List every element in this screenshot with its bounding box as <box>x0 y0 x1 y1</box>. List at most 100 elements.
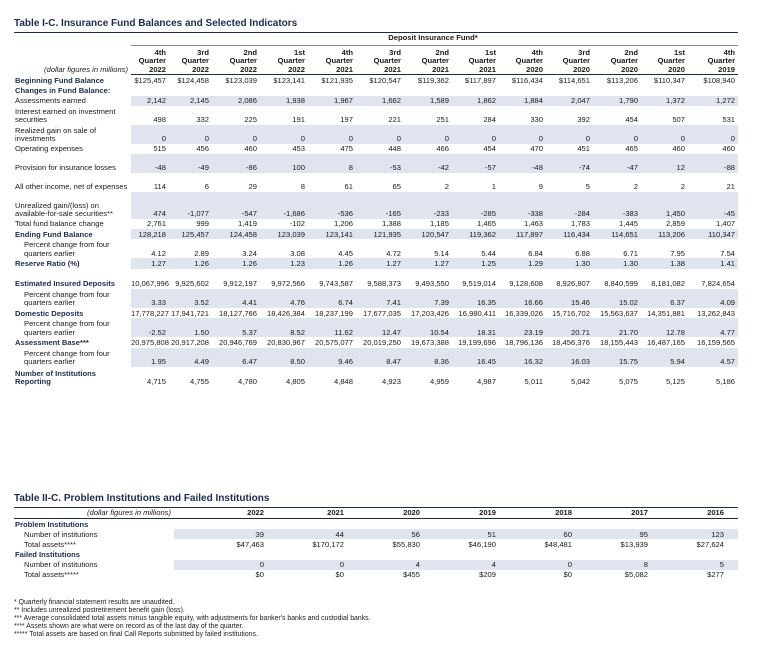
table-cell: 116,434 <box>546 228 593 240</box>
row-label: Number of institutions <box>24 529 98 539</box>
table-cell: 18,426,384 <box>266 308 305 318</box>
table-cell: 8,840,599 <box>604 279 638 289</box>
row-label: Domestic Deposits <box>15 308 84 318</box>
table-cell: 17,677,035 <box>362 308 401 318</box>
year-header: 2018 <box>510 509 586 519</box>
table-cell: 1.30 <box>593 258 641 269</box>
table-cell: 6.88 <box>575 248 590 258</box>
table-cell: 0 <box>641 124 688 144</box>
row-label: Realized gain on sale of investments <box>15 125 97 144</box>
column-header: 2019 <box>688 65 739 76</box>
table-cell: 2,761 <box>146 219 166 229</box>
table-cell: 60 <box>510 529 586 540</box>
column-header: Quarter <box>277 57 305 66</box>
table-cell: $5,082 <box>624 570 648 580</box>
column-header: 2022 <box>260 65 308 76</box>
column-header: 2nd <box>435 47 449 57</box>
table-cell: 1.25 <box>452 258 499 269</box>
table-cell: 100 <box>260 153 308 173</box>
row-label: Estimated Insured Deposits <box>15 279 116 289</box>
table-cell: 330 <box>530 115 543 125</box>
column-header: 1st <box>485 47 496 57</box>
table-cell: 51 <box>434 529 510 540</box>
table-cell: 3.52 <box>169 288 212 308</box>
table-cell: 12 <box>641 153 688 173</box>
table-cell: -47 <box>593 153 641 173</box>
table-cell: 1.26 <box>308 258 356 269</box>
table-cell: -74 <box>546 153 593 173</box>
table-cell: 21.70 <box>593 318 641 338</box>
table-cell: -49 <box>169 153 212 173</box>
table-cell: 16,159,565 <box>697 338 736 348</box>
table-cell: -45 <box>688 191 739 219</box>
table-cell: 117,897 <box>499 228 546 240</box>
table-cell: 4,715 <box>146 377 166 387</box>
table-cell: 8,181,082 <box>651 279 685 289</box>
table-cell: 56 <box>358 529 434 540</box>
table-cell: 475 <box>340 144 353 154</box>
units-note: (dollar figures in millions) <box>14 509 174 519</box>
table-cell: 5.44 <box>481 248 496 258</box>
table-cell: 17,203,426 <box>410 308 449 318</box>
table2-top-rule <box>14 507 738 508</box>
table-cell: 8 <box>586 559 662 570</box>
table-cell: 14,351,881 <box>646 308 685 318</box>
table-cell: 1.38 <box>641 258 688 269</box>
table-cell: 4.72 <box>386 248 401 258</box>
table-cell: $277 <box>707 570 724 580</box>
table-cell: 18,155,443 <box>599 338 638 348</box>
year-header: 2019 <box>434 509 510 519</box>
table-cell: 18,796,136 <box>504 338 543 348</box>
column-header: 2020 <box>593 65 641 76</box>
row-label: Percent change from four quarters earlie… <box>24 348 110 367</box>
table-row: Total assets***** $0 $0 $455 $209 $0 $5,082 $27… <box>14 570 738 580</box>
table-cell: 121,935 <box>356 228 404 240</box>
column-header: 2021 <box>356 65 404 76</box>
table-cell: 1.26 <box>169 258 212 269</box>
table-cell: 0 <box>308 124 356 144</box>
table-cell: 61 <box>344 182 353 192</box>
row-label: Total assets***** <box>24 570 79 580</box>
table-cell: 1,388 <box>381 219 401 229</box>
table-cell: 8,926,807 <box>556 279 590 289</box>
table-cell: 3.33 <box>131 288 169 308</box>
table-cell: 5 <box>585 182 590 192</box>
column-header: Quarter <box>562 57 590 66</box>
table-cell: 16.03 <box>546 347 593 367</box>
table-cell: $123,039 <box>225 75 257 85</box>
table-cell: $108,940 <box>703 75 736 85</box>
footnote: **** Assets shown are what were on recor… <box>14 623 244 630</box>
table-cell: -233 <box>404 191 452 219</box>
table-cell: 123,141 <box>308 228 356 240</box>
table-cell: 460 <box>722 144 736 154</box>
table-cell: 6.84 <box>528 248 543 258</box>
table-cell: 5,186 <box>716 377 736 387</box>
table-cell: 191 <box>292 115 305 125</box>
units-note: (dollar figures in millions) <box>44 65 128 75</box>
table-cell: 1,450 <box>641 191 688 219</box>
table-cell: 1,185 <box>429 219 449 229</box>
table-cell: 0 <box>546 124 593 144</box>
table-cell: 221 <box>388 115 401 125</box>
table-cell: $13,939 <box>620 539 648 549</box>
table-cell: 123 <box>662 529 738 540</box>
problem-institutions-table: (dollar figures in millions) 2022 2021 2020… <box>14 509 738 580</box>
table-cell: -165 <box>356 191 404 219</box>
table-row: Total assets**** $47,463 $170,172 $55,830 $4… <box>14 539 738 549</box>
table-cell: 7.54 <box>720 248 736 258</box>
row-label: Percent change from four quarters earlie… <box>24 289 110 308</box>
row-label: All other income, net of expenses <box>15 182 128 192</box>
row-label: Assessments earned <box>15 96 86 106</box>
column-header: 2020 <box>641 65 688 76</box>
table-cell: 8.50 <box>260 347 308 367</box>
column-header: 2nd <box>243 47 257 57</box>
table-row: Realized gain on sale of investments 0 0 0 0… <box>14 124 739 144</box>
table-cell: $46,190 <box>468 539 496 549</box>
table-cell: 1,938 <box>260 95 308 106</box>
table-row: Beginning Fund Balance $125,457 $124,458 $1… <box>14 75 738 86</box>
table-cell: -536 <box>308 191 356 219</box>
table-cell: 5.14 <box>434 248 449 258</box>
table-cell: 1.41 <box>688 258 739 269</box>
table-cell: 5 <box>662 559 738 570</box>
table-cell: 1.50 <box>169 318 212 338</box>
